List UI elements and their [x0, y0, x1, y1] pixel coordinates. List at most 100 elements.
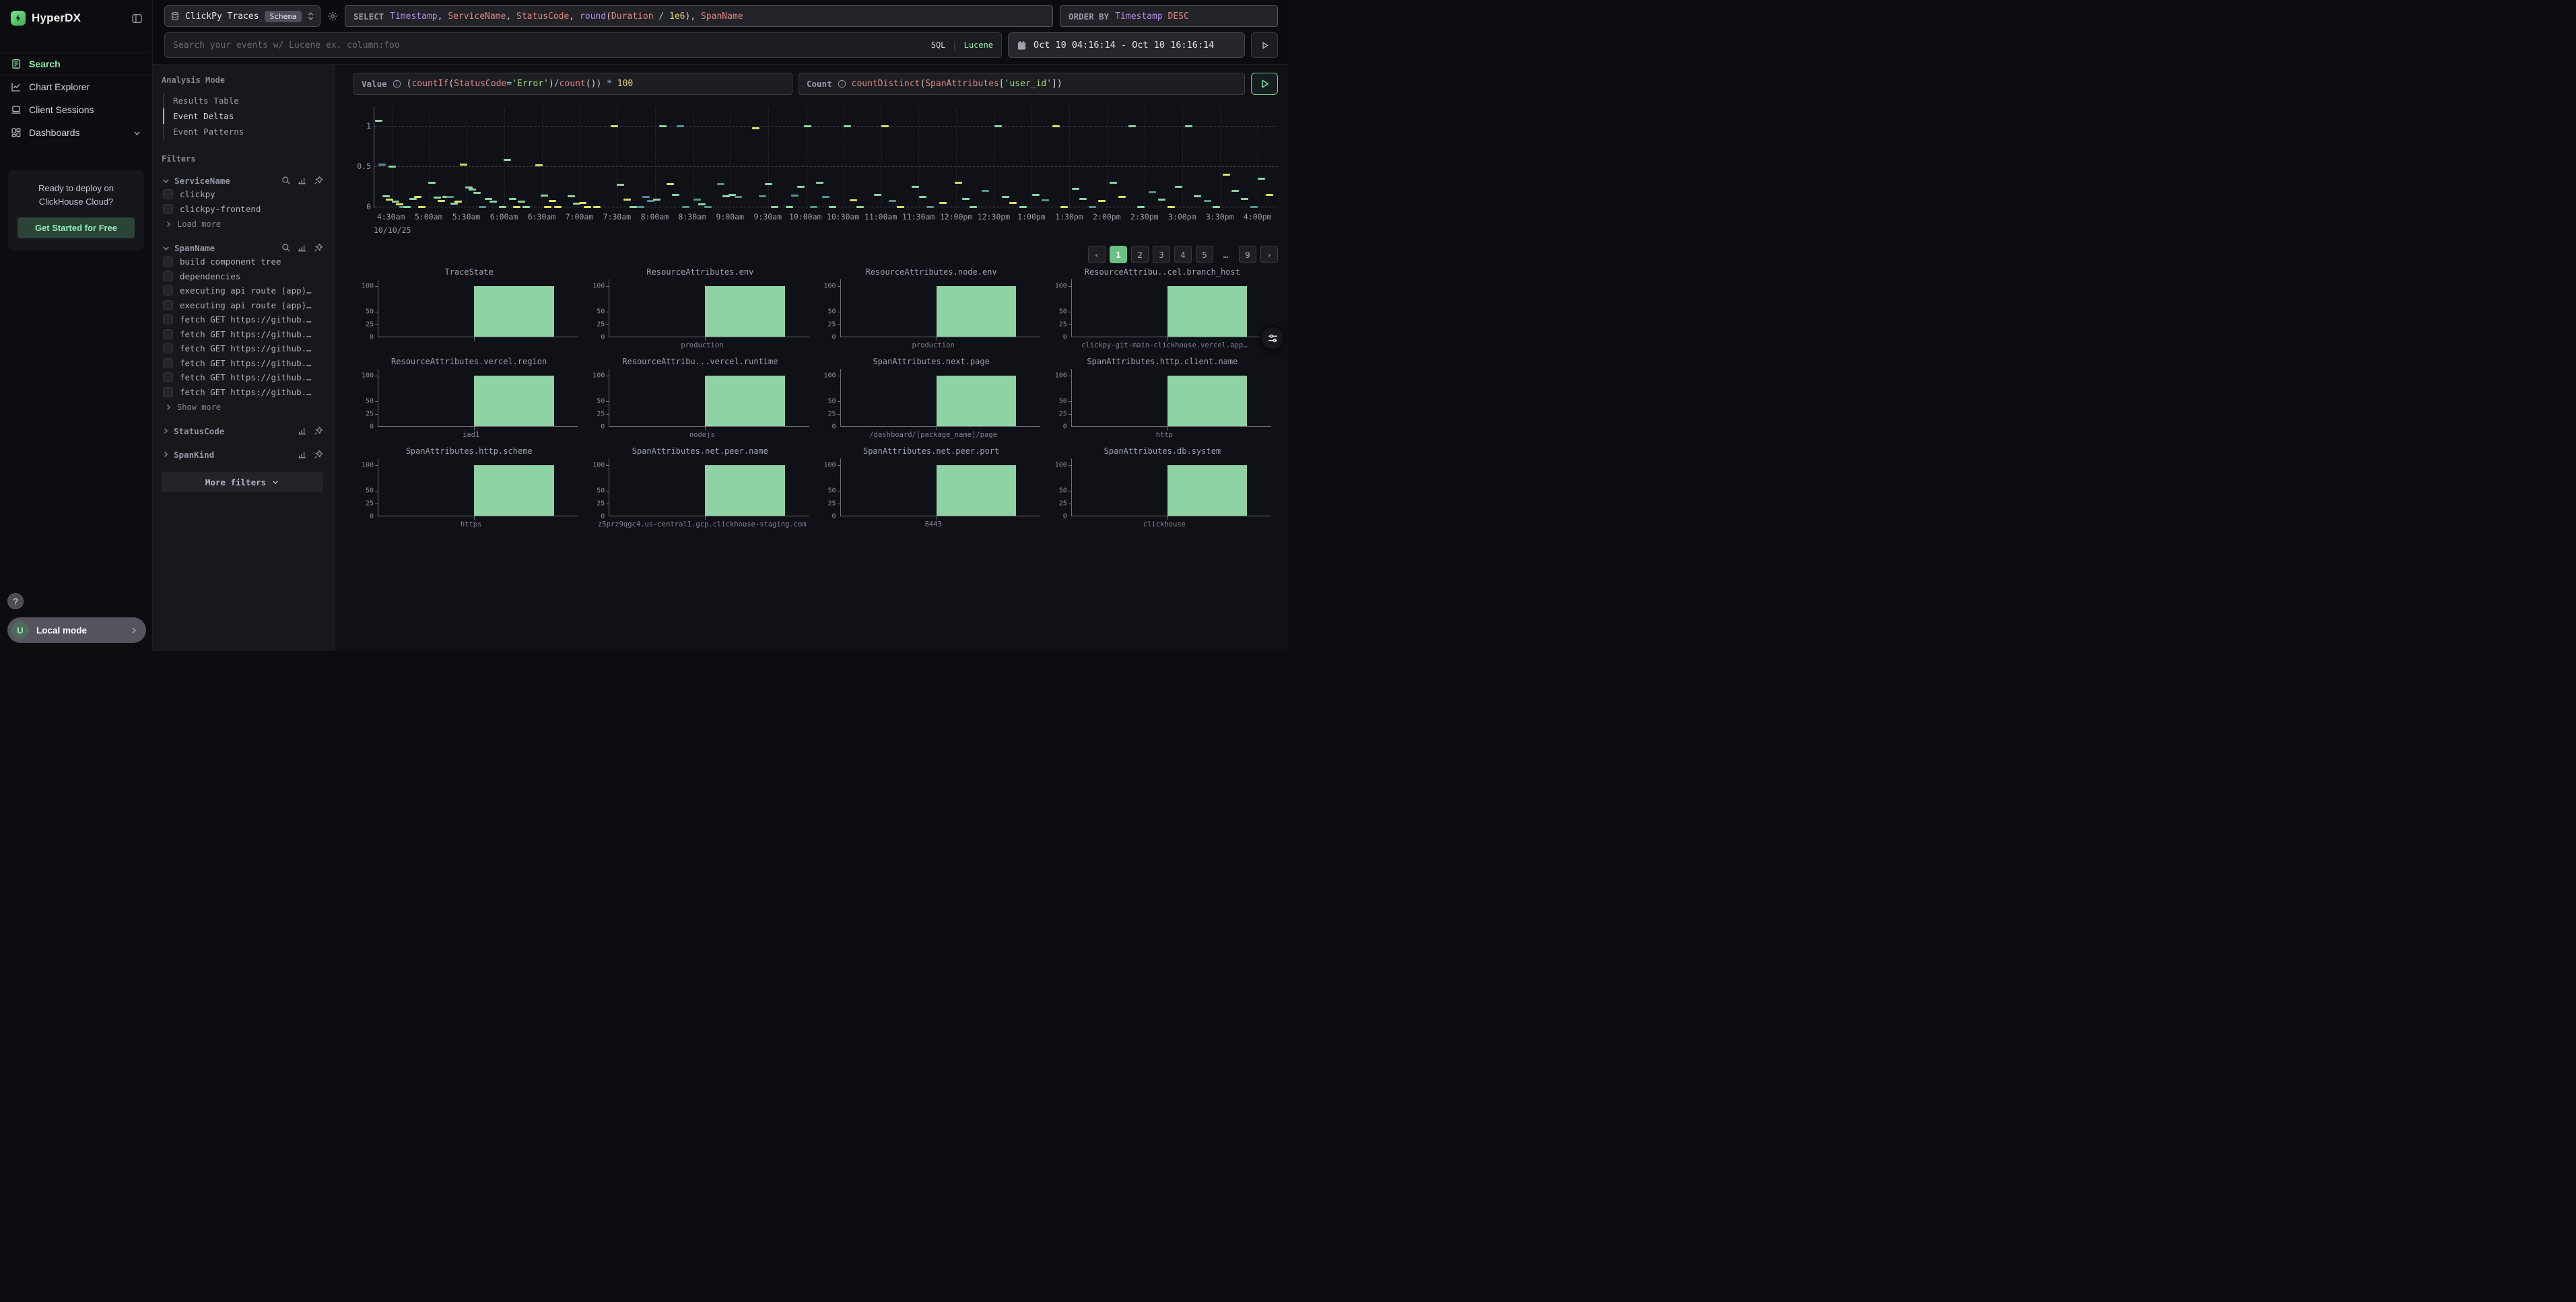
- data-point[interactable]: [1042, 199, 1049, 201]
- chart-icon[interactable]: [298, 426, 307, 436]
- checkbox[interactable]: [163, 285, 173, 296]
- data-point[interactable]: [856, 206, 864, 208]
- attribute-chart[interactable]: SpanAttributes.db.system02550100clickhou…: [1047, 446, 1278, 536]
- data-point[interactable]: [889, 200, 896, 202]
- analysis-mode-results-table[interactable]: Results Table: [163, 93, 323, 108]
- data-point[interactable]: [396, 203, 403, 205]
- data-point[interactable]: [1128, 125, 1136, 127]
- gear-icon[interactable]: [327, 11, 338, 22]
- data-point[interactable]: [939, 202, 947, 204]
- data-point[interactable]: [642, 196, 650, 198]
- data-point[interactable]: [375, 120, 382, 122]
- attribute-chart[interactable]: ResourceAttribu...vercel.runtime02550100…: [584, 357, 815, 446]
- data-point[interactable]: [1266, 194, 1273, 196]
- local-mode-button[interactable]: U Local mode: [7, 617, 146, 643]
- bar[interactable]: [937, 465, 1017, 516]
- bar[interactable]: [937, 286, 1017, 337]
- analysis-mode-event-deltas[interactable]: Event Deltas: [163, 108, 323, 124]
- data-point[interactable]: [672, 194, 679, 196]
- data-point[interactable]: [1231, 190, 1239, 192]
- data-point[interactable]: [584, 206, 591, 208]
- more-filters-button[interactable]: More filters: [162, 472, 323, 492]
- data-point[interactable]: [912, 186, 919, 188]
- data-point[interactable]: [653, 199, 660, 201]
- pin-icon[interactable]: [314, 426, 323, 436]
- data-point[interactable]: [786, 206, 793, 208]
- bar[interactable]: [705, 465, 785, 516]
- data-point[interactable]: [1060, 206, 1068, 208]
- data-point[interactable]: [1241, 198, 1248, 200]
- attribute-chart[interactable]: SpanAttributes.http.client.name02550100h…: [1047, 357, 1278, 446]
- checkbox[interactable]: [163, 256, 173, 267]
- data-point[interactable]: [765, 183, 772, 185]
- filter-option[interactable]: executing api route (app)…: [163, 298, 323, 313]
- data-point[interactable]: [418, 206, 426, 208]
- bar[interactable]: [474, 376, 554, 426]
- data-point[interactable]: [810, 206, 817, 208]
- data-point[interactable]: [659, 125, 667, 127]
- data-point[interactable]: [1175, 186, 1182, 188]
- data-point[interactable]: [434, 197, 441, 199]
- checkbox[interactable]: [163, 300, 173, 310]
- checkbox[interactable]: [163, 343, 173, 353]
- data-point[interactable]: [771, 206, 778, 208]
- data-point[interactable]: [677, 125, 684, 127]
- prev-page-button[interactable]: ‹: [1088, 246, 1106, 263]
- data-point[interactable]: [1149, 191, 1156, 193]
- filter-group-servicename[interactable]: ServiceName: [162, 174, 323, 187]
- sidebar-item-dashboards[interactable]: Dashboards: [0, 121, 152, 144]
- data-point[interactable]: [1032, 194, 1040, 196]
- bar[interactable]: [1167, 465, 1248, 516]
- data-point[interactable]: [518, 201, 525, 203]
- show-more-link[interactable]: Show more: [164, 401, 323, 414]
- data-point[interactable]: [874, 194, 881, 196]
- data-point[interactable]: [617, 184, 624, 186]
- filter-option[interactable]: dependencies: [163, 269, 323, 284]
- data-point[interactable]: [698, 203, 706, 205]
- data-point[interactable]: [465, 186, 473, 189]
- filter-option[interactable]: clickpy-frontend: [163, 202, 323, 217]
- get-started-button[interactable]: Get Started for Free: [18, 217, 135, 238]
- data-point[interactable]: [469, 189, 476, 191]
- chart-icon[interactable]: [298, 176, 307, 185]
- data-point[interactable]: [414, 196, 421, 198]
- data-point[interactable]: [752, 127, 759, 129]
- filter-option[interactable]: fetch GET https://github.…: [163, 370, 323, 385]
- data-point[interactable]: [791, 195, 799, 197]
- checkbox[interactable]: [163, 204, 173, 214]
- chart-icon[interactable]: [298, 450, 307, 459]
- attribute-chart[interactable]: SpanAttributes.http.scheme02550100https: [353, 446, 584, 536]
- data-point[interactable]: [1052, 125, 1060, 127]
- data-point[interactable]: [728, 194, 736, 196]
- filter-option[interactable]: fetch GET https://github.…: [163, 385, 323, 400]
- checkbox[interactable]: [163, 189, 173, 199]
- next-page-button[interactable]: ›: [1260, 246, 1278, 263]
- data-point[interactable]: [1118, 196, 1126, 198]
- data-point[interactable]: [735, 196, 742, 198]
- data-point[interactable]: [386, 199, 393, 201]
- data-point[interactable]: [454, 201, 462, 203]
- data-point[interactable]: [489, 201, 497, 203]
- data-point[interactable]: [962, 198, 970, 200]
- filter-option[interactable]: executing api route (app)…: [163, 283, 323, 298]
- data-point[interactable]: [450, 203, 458, 205]
- data-point[interactable]: [955, 182, 962, 184]
- data-point[interactable]: [682, 206, 689, 208]
- page-button-4[interactable]: 4: [1174, 246, 1192, 263]
- filter-option[interactable]: build component tree: [163, 254, 323, 269]
- data-point[interactable]: [919, 196, 926, 198]
- date-range-picker[interactable]: Oct 10 04:16:14 - Oct 10 16:16:14: [1008, 32, 1245, 58]
- data-point[interactable]: [704, 206, 712, 208]
- page-button-9[interactable]: 9: [1239, 246, 1256, 263]
- data-point[interactable]: [1019, 206, 1027, 208]
- data-point[interactable]: [994, 125, 1002, 127]
- data-point[interactable]: [1009, 202, 1017, 204]
- bar[interactable]: [937, 376, 1017, 426]
- data-point[interactable]: [438, 200, 445, 202]
- bar[interactable]: [705, 376, 785, 426]
- data-point[interactable]: [460, 164, 467, 166]
- count-expression-input[interactable]: Count countDistinct(SpanAttributes['user…: [799, 73, 1245, 95]
- orderby-clause-input[interactable]: ORDER BY Timestamp DESC: [1060, 5, 1278, 27]
- data-point[interactable]: [579, 202, 586, 204]
- sidebar-item-chart-explorer[interactable]: Chart Explorer: [0, 75, 152, 98]
